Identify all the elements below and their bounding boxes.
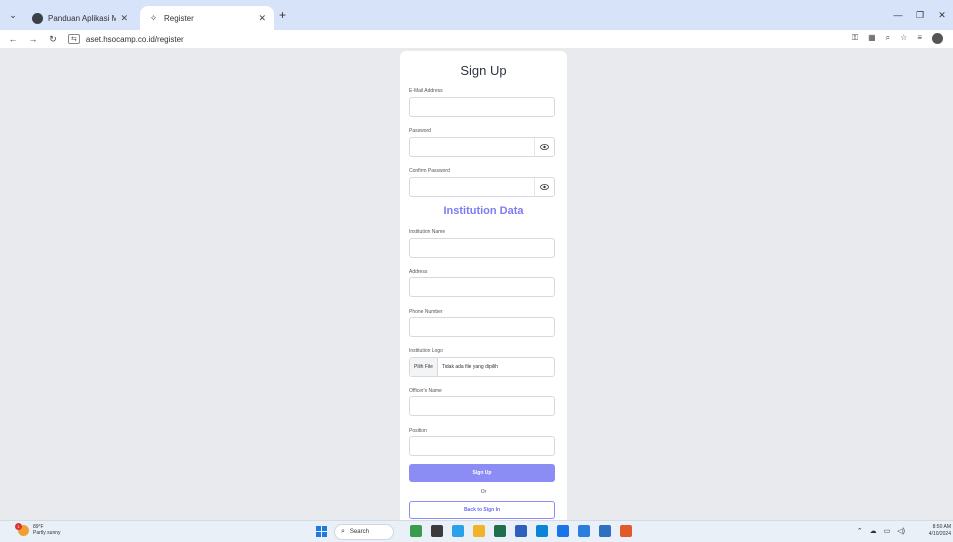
logo-label: Institution Logo — [409, 348, 443, 354]
position-label: Position — [409, 428, 427, 434]
email-field[interactable] — [409, 97, 555, 117]
browser-tab-strip: ⌄ Panduan Aplikasi Manajemen A ✕ ✧ Regis… — [0, 0, 953, 30]
site-info-icon[interactable]: ⇆ — [68, 34, 80, 44]
weather-sun-icon: 1 — [15, 522, 29, 536]
file-status: Tidak ada file yang dipilih — [441, 364, 498, 370]
clock-time: 8:50 AM — [932, 524, 951, 530]
restore-icon[interactable]: ❐ — [909, 0, 931, 30]
toggle-confirm-password-button[interactable] — [534, 178, 554, 196]
store-app-icon[interactable] — [452, 525, 464, 537]
browser-toolbar: ← → ↻ ⇆ aset.hsocamp.co.id/register ⚿ ▦ … — [0, 30, 953, 48]
terminal-app-icon[interactable] — [431, 525, 443, 537]
or-divider: Or — [480, 489, 487, 495]
institution-name-field[interactable] — [409, 238, 555, 258]
choose-file-button[interactable]: Pilih File — [410, 358, 438, 376]
officer-name-field[interactable] — [409, 396, 555, 416]
tab-title: Register — [164, 13, 194, 23]
search-placeholder: Search — [349, 529, 369, 535]
word-app-icon[interactable] — [515, 525, 527, 537]
file-explorer-icon[interactable] — [473, 525, 485, 537]
address-field[interactable] — [409, 277, 555, 297]
search-icon: ⌕ — [341, 528, 345, 535]
excel-app-icon[interactable] — [494, 525, 506, 537]
page-title: Sign Up — [460, 63, 507, 78]
phone-label: Phone Number — [409, 309, 443, 315]
edge-browser-icon[interactable] — [536, 525, 548, 537]
toggle-password-button[interactable] — [534, 138, 554, 156]
institution-name-label: Institution Name — [409, 229, 446, 235]
profile-avatar[interactable] — [932, 33, 943, 44]
url-text: aset.hsocamp.co.id/register — [85, 34, 184, 44]
pinned-apps — [410, 525, 632, 537]
tab-register[interactable]: ✧ Register ✕ — [140, 6, 274, 30]
system-tray: ⌃ ☁ ▭ ◁) — [857, 527, 905, 535]
network-icon[interactable]: ☁ — [870, 527, 877, 535]
signup-button[interactable]: Sign Up — [409, 464, 555, 482]
password-field[interactable] — [409, 137, 555, 157]
vscode-app-icon[interactable] — [578, 525, 590, 537]
password-label: Password — [409, 128, 431, 134]
translate-icon[interactable]: ▦ — [868, 33, 876, 44]
chrome-browser-icon[interactable] — [557, 525, 569, 537]
close-icon[interactable]: ✕ — [120, 13, 128, 24]
zoom-icon[interactable]: ⌕ — [886, 33, 890, 44]
toolbar-actions: ⚿ ▦ ⌕ ☆ ≡ — [852, 33, 943, 44]
position-field[interactable] — [409, 436, 555, 456]
taskbar-search[interactable]: ⌕ Search — [334, 524, 394, 540]
minimize-icon[interactable]: — — [887, 0, 909, 30]
back-to-signin-button[interactable]: Back to Sign In — [409, 501, 555, 519]
taskbar: 1 89°F Partly sunny ⌕ Search ⌃ ☁ ▭ ◁) 8:… — [0, 520, 953, 542]
reading-list-icon[interactable]: ≡ — [917, 33, 922, 44]
windows-start-icon[interactable] — [316, 526, 327, 537]
logo-file-input[interactable]: Pilih File Tidak ada file yang dipilih — [409, 357, 555, 377]
confirm-password-field[interactable] — [409, 177, 555, 197]
eye-icon — [540, 144, 549, 150]
outlook-app-icon[interactable] — [599, 525, 611, 537]
reload-icon[interactable]: ↻ — [46, 34, 60, 45]
back-icon[interactable]: ← — [6, 34, 20, 44]
close-icon[interactable]: ✕ — [258, 13, 266, 24]
weather-widget[interactable]: 1 89°F Partly sunny — [15, 522, 61, 536]
taskbar-clock[interactable]: 8:50 AM 4/10/2024 — [929, 524, 951, 538]
site-logo-icon: ✧ — [149, 12, 158, 23]
tab-search-icon[interactable]: ⌄ — [8, 10, 18, 20]
forward-icon[interactable]: → — [26, 34, 40, 44]
clock-date: 4/10/2024 — [928, 531, 951, 537]
eye-icon — [540, 184, 549, 190]
tab-title: Panduan Aplikasi Manajemen A — [48, 13, 117, 23]
copilot-app-icon[interactable] — [410, 525, 422, 537]
close-window-icon[interactable]: ✕ — [931, 0, 953, 30]
confirm-password-label: Confirm Password — [409, 168, 450, 174]
paint-app-icon[interactable] — [620, 525, 632, 537]
phone-field[interactable] — [409, 317, 555, 337]
window-controls: — ❐ ✕ — [887, 0, 953, 30]
tab-panduan[interactable]: Panduan Aplikasi Manajemen A ✕ — [24, 6, 136, 30]
page-viewport: Sign Up E-Mail Address Password Confirm … — [0, 48, 953, 520]
site-favicon-icon — [32, 12, 43, 24]
display-icon[interactable]: ▭ — [884, 527, 891, 535]
volume-icon[interactable]: ◁) — [897, 527, 905, 535]
new-tab-button[interactable]: + — [279, 9, 286, 21]
weather-desc: Partly sunny — [33, 530, 61, 536]
email-label: E-Mail Address — [409, 88, 443, 94]
password-key-icon[interactable]: ⚿ — [852, 33, 858, 44]
section-title: Institution Data — [443, 205, 524, 217]
address-label: Address — [409, 269, 428, 275]
address-bar[interactable]: ⇆ aset.hsocamp.co.id/register — [68, 32, 898, 46]
chevron-up-icon[interactable]: ⌃ — [857, 527, 863, 535]
officer-label: Officer's Name — [409, 388, 442, 394]
signup-card: Sign Up E-Mail Address Password Confirm … — [400, 51, 567, 520]
bookmark-star-icon[interactable]: ☆ — [900, 33, 907, 44]
notification-badge: 1 — [15, 522, 22, 530]
